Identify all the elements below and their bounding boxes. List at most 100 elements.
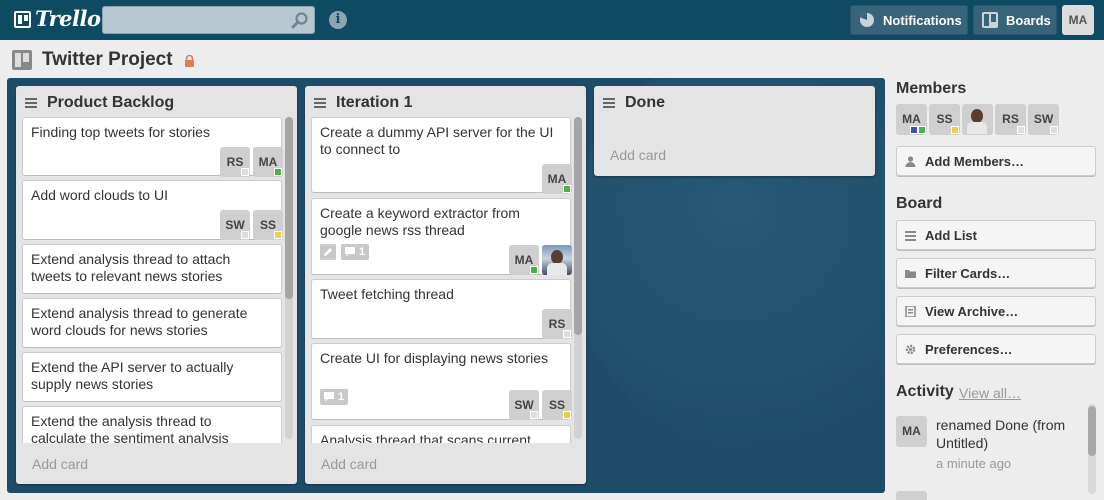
member-avatar[interactable]: RS: [995, 104, 1026, 135]
board-title[interactable]: Twitter Project: [42, 49, 173, 71]
notifications-icon: [860, 13, 874, 27]
search-icon[interactable]: [291, 11, 309, 29]
add-list-label: Add List: [925, 227, 977, 243]
description-badge: [320, 244, 336, 260]
add-members-label: Add Members…: [925, 153, 1024, 169]
boards-button[interactable]: Boards: [973, 5, 1057, 35]
card[interactable]: Create UI for displaying news stories 1 …: [311, 343, 572, 420]
card[interactable]: Extend the analysis thread to calculate …: [22, 406, 282, 443]
member-avatar[interactable]: MA: [896, 104, 927, 135]
card-title: Extend analysis thread to generate word …: [31, 305, 248, 338]
view-all-link[interactable]: View all…: [959, 385, 1021, 401]
members-heading: Members: [896, 80, 967, 97]
member-avatar[interactable]: MA: [542, 164, 572, 194]
info-icon[interactable]: i: [329, 11, 347, 29]
card[interactable]: Create a dummy API server for the UI to …: [311, 117, 572, 194]
comments-count: 1: [338, 391, 345, 403]
add-card-link[interactable]: Add card: [321, 456, 377, 472]
list-title[interactable]: Done: [625, 94, 665, 112]
board-icon: [12, 50, 32, 70]
trello-logo[interactable]: Trello: [14, 6, 101, 31]
card-title: Create a dummy API server for the UI to …: [320, 124, 554, 157]
member-avatar[interactable]: SW: [509, 390, 539, 420]
filter-cards-button[interactable]: Filter Cards…: [896, 258, 1096, 288]
activity-time[interactable]: a minute ago: [936, 456, 1011, 471]
card[interactable]: Extend analysis thread to generate word …: [22, 298, 282, 348]
list-product-backlog: Product Backlog Finding top tweets for s…: [16, 86, 297, 484]
member-photo-avatar[interactable]: [962, 104, 993, 135]
member-avatar[interactable]: MA: [253, 147, 283, 177]
comments-badge: 1: [341, 244, 370, 260]
card-title: Finding top tweets for stories: [31, 124, 210, 140]
list-menu-icon[interactable]: [603, 98, 615, 108]
card[interactable]: Tweet fetching thread RS: [311, 279, 572, 339]
member-avatar[interactable]: SS: [253, 210, 283, 240]
list-scrollbar[interactable]: [574, 117, 582, 439]
list-menu-icon[interactable]: [25, 98, 37, 108]
add-card-link[interactable]: Add card: [32, 456, 88, 472]
board-header: Twitter Project: [12, 48, 195, 72]
list-scrollbar[interactable]: [285, 117, 293, 439]
list-icon: [905, 230, 916, 241]
boards-icon: [982, 12, 998, 28]
comments-badge: 1: [320, 389, 349, 405]
board-heading: Board: [896, 195, 943, 212]
list-menu-icon[interactable]: [314, 98, 326, 108]
card-title: Extend the analysis thread to calculate …: [31, 413, 229, 443]
card-title: Create UI for displaying news stories: [320, 350, 548, 366]
member-avatar[interactable]: SS: [929, 104, 960, 135]
gear-icon: [905, 344, 916, 354]
scroll-thumb[interactable]: [574, 117, 582, 335]
search-input[interactable]: [102, 6, 315, 34]
view-archive-label: View Archive…: [925, 303, 1019, 319]
add-card-link[interactable]: Add card: [610, 147, 666, 163]
member-avatar[interactable]: RS: [220, 147, 250, 177]
archive-icon: [905, 305, 916, 317]
notifications-label: Notifications: [883, 12, 962, 28]
add-members-button[interactable]: Add Members…: [896, 146, 1096, 176]
card-title: Analysis thread that scans current: [320, 432, 531, 443]
member-avatar[interactable]: SS: [542, 390, 572, 420]
card[interactable]: Extend the API server to actually supply…: [22, 352, 282, 402]
member-avatar[interactable]: SW: [220, 210, 250, 240]
card[interactable]: Create a keyword extractor from google n…: [311, 198, 572, 275]
boards-label: Boards: [1006, 12, 1051, 28]
card-title: Extend analysis thread to attach tweets …: [31, 251, 231, 284]
member-avatar[interactable]: MA: [509, 245, 539, 275]
card-title: Add word clouds to UI: [31, 187, 168, 203]
activity-avatar-partial: [896, 491, 927, 500]
board-canvas: Product Backlog Finding top tweets for s…: [7, 78, 885, 493]
card[interactable]: Add word clouds to UI SW SS: [22, 180, 283, 240]
preferences-label: Preferences…: [925, 341, 1013, 357]
user-avatar[interactable]: MA: [1062, 5, 1094, 35]
filter-cards-label: Filter Cards…: [925, 265, 1011, 281]
card-title: Tweet fetching thread: [320, 286, 454, 302]
card[interactable]: Analysis thread that scans current: [311, 425, 571, 443]
list-iteration-1: Iteration 1 Create a dummy API server fo…: [305, 86, 586, 484]
member-avatar[interactable]: RS: [542, 309, 572, 339]
scroll-thumb[interactable]: [1088, 406, 1096, 456]
comments-count: 1: [359, 246, 366, 258]
sidebar-scrollbar[interactable]: [1088, 404, 1096, 494]
logo-text: Trello: [35, 6, 101, 31]
comment-icon: [324, 392, 334, 402]
card[interactable]: Extend analysis thread to attach tweets …: [22, 244, 282, 294]
filter-icon: [905, 269, 916, 278]
card-title: Create a keyword extractor from google n…: [320, 205, 520, 238]
list-title[interactable]: Product Backlog: [47, 94, 174, 112]
lock-icon[interactable]: [184, 55, 195, 67]
member-avatar[interactable]: SW: [1028, 104, 1059, 135]
list-done: Done Add card: [594, 86, 875, 176]
list-title[interactable]: Iteration 1: [336, 94, 412, 112]
top-header: Trello i Notifications Boards MA: [0, 0, 1104, 40]
scroll-thumb[interactable]: [285, 117, 293, 299]
activity-avatar[interactable]: MA: [896, 416, 927, 447]
member-photo-avatar[interactable]: [542, 245, 572, 275]
card[interactable]: Finding top tweets for stories RS MA: [22, 117, 283, 177]
notifications-button[interactable]: Notifications: [850, 5, 968, 35]
add-list-button[interactable]: Add List: [896, 220, 1096, 250]
view-archive-button[interactable]: View Archive…: [896, 296, 1096, 326]
activity-heading: Activity: [896, 383, 954, 400]
preferences-button[interactable]: Preferences…: [896, 334, 1096, 364]
comment-icon: [345, 247, 355, 257]
